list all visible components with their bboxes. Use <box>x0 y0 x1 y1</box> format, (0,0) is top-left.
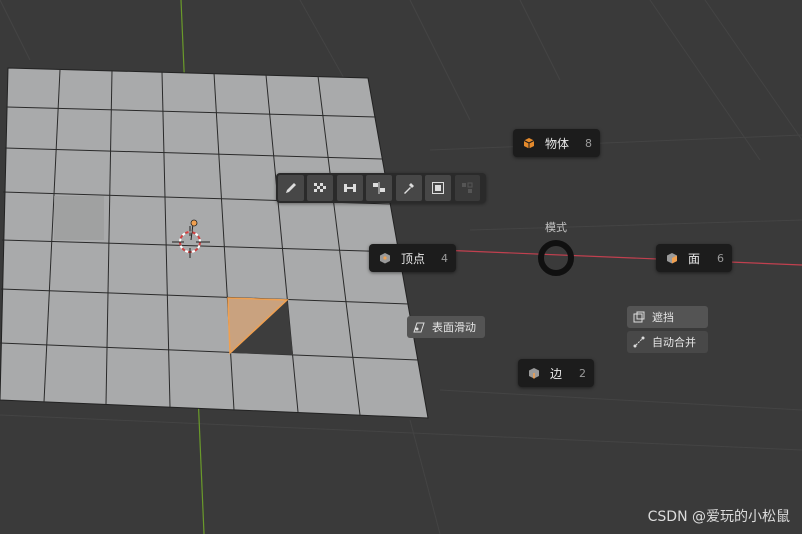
surface-slide-icon <box>413 322 425 333</box>
pie-item-label: 顶点 <box>401 251 426 266</box>
vertex-cube-icon <box>380 253 390 264</box>
pie-item-label: 物体 <box>545 136 570 151</box>
object-cube-icon <box>523 138 535 149</box>
pie-item-object[interactable]: 物体 8 <box>513 129 600 157</box>
texture-patch <box>54 196 104 240</box>
auto-merge-button[interactable]: 自动合并 <box>627 331 708 353</box>
select-box-icon <box>432 182 445 194</box>
pencil-icon <box>285 183 296 193</box>
tool-palette <box>276 173 486 203</box>
tool-disabled <box>454 175 481 201</box>
pie-item-label: 边 <box>550 366 563 381</box>
hotkey-label: 4 <box>441 251 448 265</box>
hotkey-label: 8 <box>585 136 592 150</box>
face-cube-icon <box>667 253 677 264</box>
pie-menu-title: 模式 <box>545 221 567 234</box>
hotkey-label: 2 <box>579 366 586 380</box>
tool-texture[interactable] <box>307 175 334 201</box>
hotkey-label: 6 <box>717 251 724 265</box>
occlude-label: 遮挡 <box>652 311 674 324</box>
checker-icon <box>314 183 327 192</box>
tool-mirror[interactable] <box>366 175 393 201</box>
edge-cube-icon <box>529 368 539 379</box>
occlude-button[interactable]: 遮挡 <box>627 306 708 328</box>
tool-select-box[interactable] <box>425 175 452 201</box>
tool-weight[interactable] <box>336 175 363 201</box>
pie-item-label: 面 <box>688 251 701 266</box>
mirror-icon <box>373 182 386 194</box>
pie-center-ring <box>538 240 574 276</box>
disabled-icon <box>462 182 473 193</box>
pie-item-face[interactable]: 面 6 <box>656 244 732 272</box>
surface-slide-button[interactable]: 表面滑动 <box>407 316 485 338</box>
auto-merge-icon <box>633 336 645 348</box>
surface-slide-label: 表面滑动 <box>432 321 476 334</box>
mesh-plane[interactable] <box>0 67 429 419</box>
watermark: CSDN @爱玩的小松鼠 <box>647 509 790 525</box>
eyedropper-icon <box>403 183 414 194</box>
x-axis-line <box>439 249 802 266</box>
pie-item-edge[interactable]: 边 2 <box>518 359 594 387</box>
auto-merge-label: 自动合并 <box>652 336 696 349</box>
tool-sample[interactable] <box>395 175 422 201</box>
occlude-icon <box>633 311 645 323</box>
tool-draw[interactable] <box>278 175 304 201</box>
pie-item-vertex[interactable]: 顶点 4 <box>369 244 456 272</box>
weight-icon <box>343 184 356 192</box>
